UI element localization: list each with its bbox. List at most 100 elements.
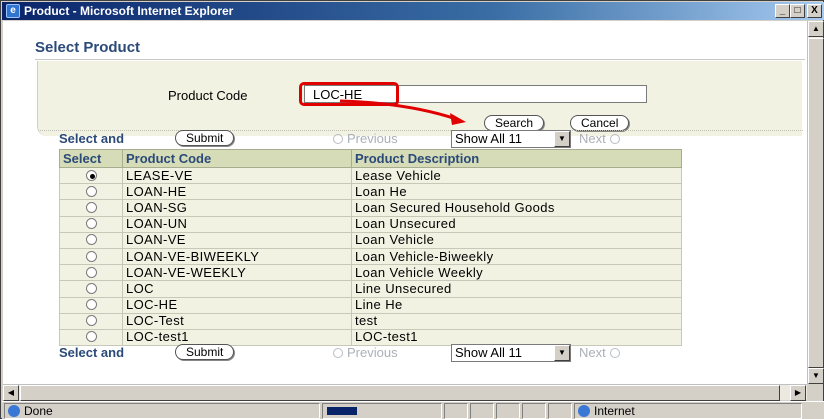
- results-nav-top: Select and Submit Previous Show All 11 ▼…: [59, 130, 801, 148]
- status-text: Done: [24, 404, 53, 418]
- table-row[interactable]: LOAN-VE Loan Vehicle: [59, 231, 682, 249]
- dropdown-arrow-icon[interactable]: ▼: [554, 131, 570, 147]
- vertical-scroll-thumb[interactable]: [808, 38, 824, 368]
- select-and-label: Select and: [59, 131, 125, 146]
- title-bar[interactable]: e Product - Microsoft Internet Explorer …: [2, 2, 824, 20]
- row-select-radio[interactable]: [85, 169, 97, 181]
- minimize-button[interactable]: _: [775, 4, 790, 18]
- scroll-up-icon[interactable]: ▲: [808, 21, 824, 37]
- previous-link[interactable]: Previous: [329, 131, 398, 146]
- maximize-button[interactable]: □: [790, 4, 805, 18]
- horizontal-scrollbar[interactable]: ◀ ▶: [3, 384, 807, 401]
- scroll-down-icon[interactable]: ▼: [808, 368, 824, 384]
- ie-app-icon: e: [6, 4, 20, 18]
- product-description-cell: Loan Vehicle-Biweekly: [351, 247, 682, 266]
- page-title: Select Product: [35, 39, 141, 56]
- previous-link[interactable]: Previous: [329, 345, 398, 360]
- product-code-cell: LOC-HE: [122, 296, 352, 314]
- page-done-icon: [8, 405, 20, 417]
- close-button[interactable]: X: [807, 4, 822, 18]
- row-select-radio[interactable]: [85, 315, 97, 327]
- product-description-cell: test: [351, 312, 682, 330]
- row-select-radio[interactable]: [85, 299, 97, 311]
- column-header-product-code[interactable]: Product Code: [122, 149, 352, 168]
- page-range-select[interactable]: Show All 11 ▼: [451, 130, 571, 148]
- product-code-label: Product Code: [168, 88, 248, 103]
- status-cell-empty: [444, 403, 468, 419]
- table-row[interactable]: LOAN-VE-BIWEEKLY Loan Vehicle-Biweekly: [59, 247, 682, 266]
- search-button[interactable]: Search: [484, 115, 545, 131]
- table-header-row: Select Product Code Product Description: [59, 149, 682, 168]
- dropdown-arrow-icon[interactable]: ▼: [554, 345, 570, 361]
- page-range-select[interactable]: Show All 11 ▼: [451, 344, 571, 362]
- table-row[interactable]: LOAN-VE-WEEKLY Loan Vehicle Weekly: [59, 264, 682, 282]
- table-row[interactable]: LOAN-SG Loan Secured Household Goods: [59, 199, 682, 217]
- select-cell: [59, 296, 123, 314]
- status-text-cell: Done: [4, 403, 320, 419]
- submit-button[interactable]: Submit: [175, 130, 235, 146]
- row-select-radio[interactable]: [85, 234, 97, 246]
- internet-zone-icon: [578, 405, 590, 417]
- row-select-radio[interactable]: [85, 201, 97, 213]
- select-cell: [59, 280, 123, 298]
- next-arrow-icon: [609, 348, 620, 358]
- product-code-cell: LEASE-VE: [122, 166, 352, 185]
- column-header-select[interactable]: Select: [59, 149, 123, 168]
- progress-bar: [327, 407, 357, 415]
- column-header-product-description[interactable]: Product Description: [351, 149, 682, 168]
- vertical-scrollbar[interactable]: ▲ ▼: [807, 21, 824, 384]
- table-row[interactable]: LOC-Test test: [59, 312, 682, 330]
- previous-label: Previous: [347, 345, 398, 360]
- product-code-cell: LOAN-VE-BIWEEKLY: [122, 247, 352, 266]
- select-cell: [59, 166, 123, 185]
- next-arrow-icon: [609, 134, 620, 144]
- table-row[interactable]: LOC-HE Line He: [59, 296, 682, 314]
- row-select-radio[interactable]: [85, 331, 97, 343]
- status-bar: Done Internet: [2, 401, 824, 419]
- security-zone-cell: Internet: [574, 403, 802, 419]
- row-select-radio[interactable]: [85, 250, 97, 262]
- previous-arrow-icon: [333, 134, 343, 144]
- next-link[interactable]: Next: [579, 345, 624, 360]
- select-cell: [59, 247, 123, 266]
- table-row[interactable]: LEASE-VE Lease Vehicle: [59, 166, 682, 185]
- submit-button[interactable]: Submit: [175, 344, 235, 360]
- zone-text: Internet: [594, 404, 635, 418]
- page-range-value: Show All 11: [455, 345, 522, 360]
- row-select-radio[interactable]: [85, 185, 97, 197]
- row-select-radio[interactable]: [85, 282, 97, 294]
- row-select-radio[interactable]: [85, 266, 97, 278]
- select-cell: [59, 199, 123, 217]
- next-label: Next: [579, 345, 606, 360]
- row-select-radio[interactable]: [85, 218, 97, 230]
- product-description-cell: Lease Vehicle: [351, 166, 682, 185]
- product-code-cell: LOAN-SG: [122, 199, 352, 217]
- product-code-cell: LOC-Test: [122, 312, 352, 330]
- scroll-left-icon[interactable]: ◀: [3, 385, 19, 401]
- table-row[interactable]: LOC Line Unsecured: [59, 280, 682, 298]
- select-cell: [59, 264, 123, 282]
- window-title: Product - Microsoft Internet Explorer: [24, 4, 234, 18]
- product-description-cell: Loan Vehicle: [351, 231, 682, 249]
- progress-cell: [322, 403, 442, 419]
- window-controls: _ □ X: [775, 4, 822, 18]
- scroll-right-icon[interactable]: ▶: [790, 385, 806, 401]
- product-code-cell: LOAN-UN: [122, 215, 352, 233]
- cancel-button[interactable]: Cancel: [570, 115, 630, 131]
- table-row[interactable]: LOAN-HE Loan He: [59, 183, 682, 201]
- select-cell: [59, 183, 123, 201]
- product-description-cell: Loan Unsecured: [351, 215, 682, 233]
- next-link[interactable]: Next: [579, 131, 624, 146]
- horizontal-scroll-thumb[interactable]: [20, 385, 780, 401]
- table-row[interactable]: LOAN-UN Loan Unsecured: [59, 215, 682, 233]
- product-description-cell: Loan Secured Household Goods: [351, 199, 682, 217]
- select-cell: [59, 312, 123, 330]
- title-divider: [35, 59, 805, 60]
- product-description-cell: Loan Vehicle Weekly: [351, 264, 682, 282]
- status-cell-empty: [522, 403, 546, 419]
- product-description-cell: Loan He: [351, 183, 682, 201]
- product-code-cell: LOC: [122, 280, 352, 298]
- product-code-cell: LOAN-VE: [122, 231, 352, 249]
- select-cell: [59, 215, 123, 233]
- previous-arrow-icon: [333, 348, 343, 358]
